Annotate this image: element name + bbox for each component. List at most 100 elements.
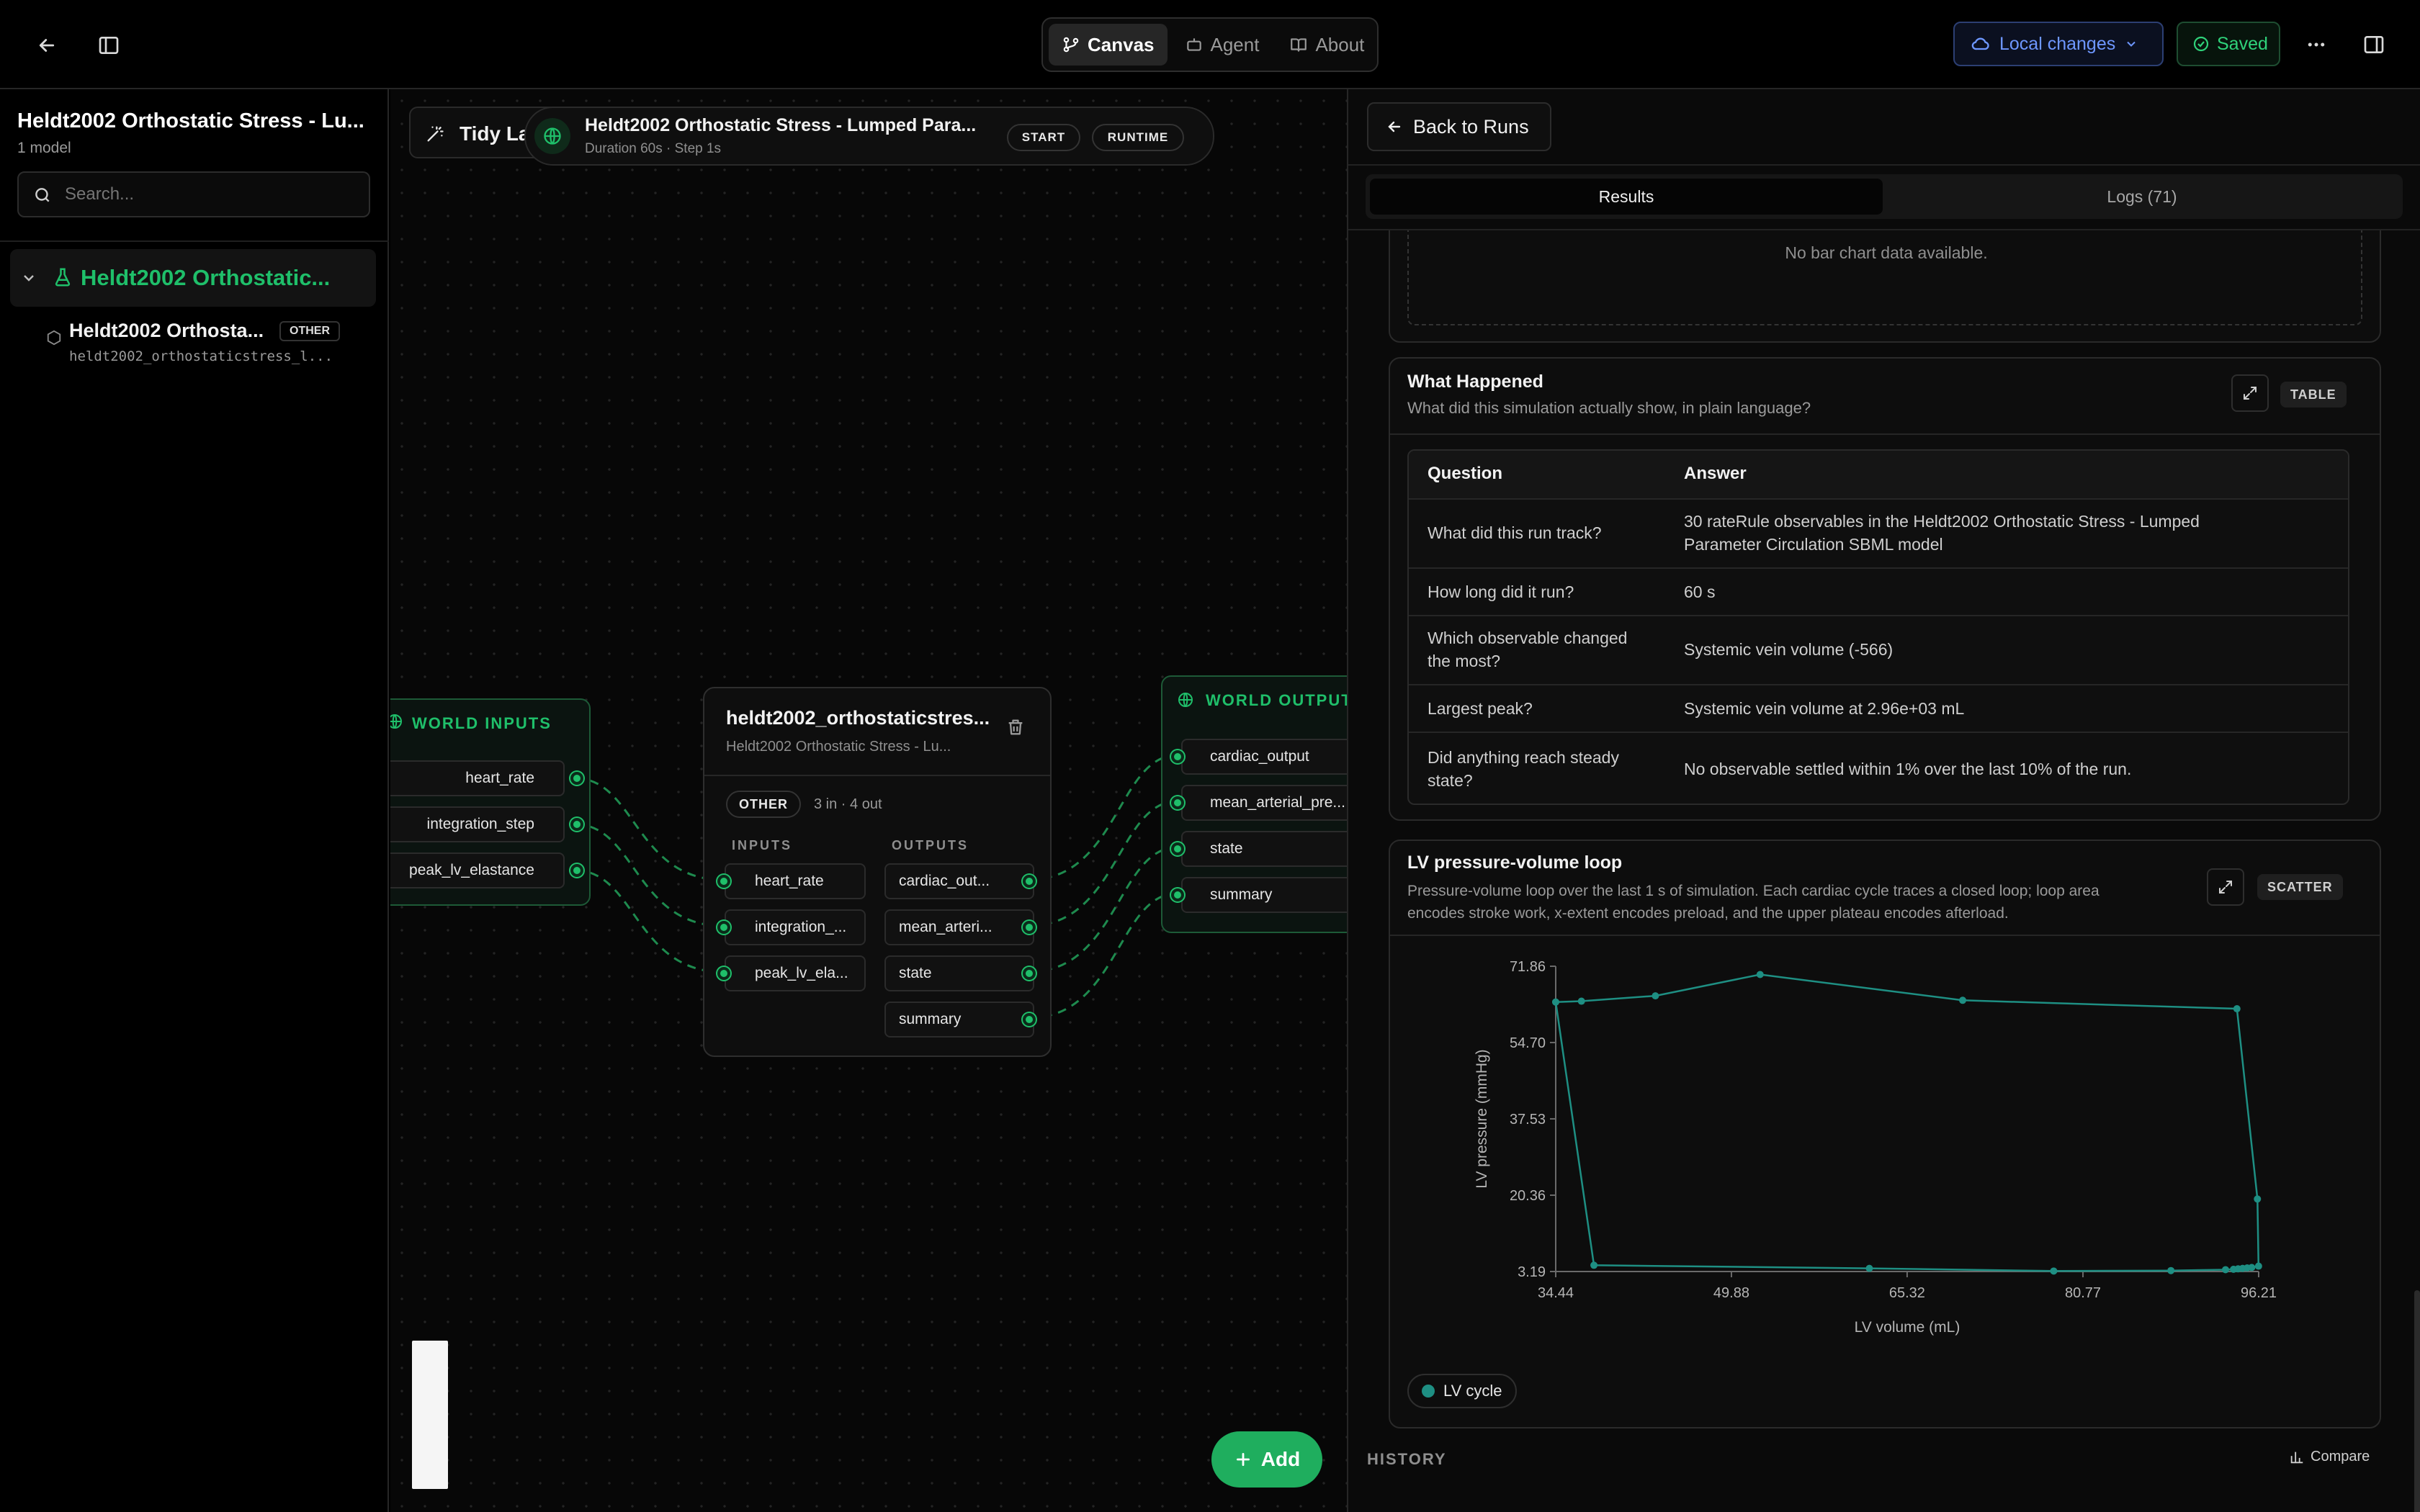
world-output-port[interactable]: state	[1181, 831, 1347, 867]
pv-loop-title: LV pressure-volume loop	[1407, 852, 1623, 873]
tab-logs[interactable]: Logs (71)	[1886, 179, 2398, 215]
bar-chart-empty-text: No bar chart data available.	[1785, 243, 1988, 262]
workflow-canvas[interactable]: Tidy La Heldt2002 Orthostatic Stress - L…	[390, 89, 1347, 1512]
x-tick-label: 65.32	[1889, 1285, 1925, 1301]
saved-label: Saved	[2217, 33, 2268, 54]
data-point	[2167, 1266, 2175, 1274]
chevron-down-icon	[24, 275, 34, 282]
search-icon	[35, 188, 50, 202]
back-arrow-icon[interactable]	[29, 27, 65, 63]
magic-wand-icon	[427, 126, 444, 142]
sidebar-item-model[interactable]: Heldt2002 Orthosta... OTHER heldt2002_or…	[10, 314, 376, 372]
chart-series	[1552, 971, 2262, 1275]
port-handle[interactable]	[1171, 750, 1184, 763]
start-chip[interactable]: START	[1007, 124, 1080, 151]
answer-cell: No observable settled within 1% over the…	[1684, 760, 2132, 778]
search-input[interactable]	[65, 180, 353, 209]
data-point	[2050, 1267, 2058, 1275]
model-output-port[interactable]: summary	[884, 1002, 1034, 1038]
model-input-port[interactable]: heart_rate	[725, 863, 866, 899]
panel-toggle-icon[interactable]	[2355, 26, 2393, 63]
port-label: integration_step	[426, 816, 534, 832]
port-label: heart_rate	[465, 770, 534, 786]
sidebar-group-label: Heldt2002 Orthostatic...	[81, 265, 331, 290]
sidebar-toggle-icon[interactable]	[91, 27, 127, 63]
x-tick-label: 34.44	[1538, 1285, 1574, 1301]
sidebar-item-badge: OTHER	[279, 321, 340, 341]
trash-icon[interactable]	[1005, 717, 1026, 737]
port-handle[interactable]	[717, 967, 730, 980]
port-label: cardiac_out...	[899, 873, 990, 889]
data-point	[2254, 1262, 2262, 1270]
what-happened-title: What Happened	[1407, 372, 1543, 392]
tab-results-label: Results	[1598, 186, 1654, 206]
port-handle[interactable]	[717, 875, 730, 888]
model-input-port[interactable]: integration_...	[725, 909, 866, 945]
port-handle[interactable]	[1023, 1013, 1036, 1026]
tidy-layout-label: Tidy La	[460, 122, 530, 145]
tab-canvas[interactable]: Canvas	[1049, 24, 1168, 66]
data-point	[2233, 1005, 2241, 1013]
world-input-port[interactable]: peak_lv_elastance	[390, 852, 565, 888]
expand-button[interactable]	[2231, 374, 2269, 412]
world-input-port[interactable]: integration_step	[390, 806, 565, 842]
minimap[interactable]	[412, 1341, 448, 1489]
local-changes-button[interactable]: Local changes	[1953, 22, 2164, 66]
tab-results[interactable]: Results	[1370, 179, 1883, 215]
robot-icon	[1186, 38, 1201, 51]
world-outputs-title: WORLD OUTPUTS	[1206, 691, 1347, 709]
model-count: 1 model	[17, 140, 71, 156]
sidebar-item-id: heldt2002_orthostaticstress_l...	[69, 348, 333, 364]
port-label: summary	[1210, 886, 1273, 903]
port-label: cardiac_output	[1210, 748, 1309, 765]
model-input-port[interactable]: peak_lv_ela...	[725, 955, 866, 991]
model-output-port[interactable]: state	[884, 955, 1034, 991]
results-scroll-area[interactable]: No bar chart data available. What Happen…	[1348, 230, 2420, 1512]
port-handle[interactable]	[1023, 875, 1036, 888]
world-output-port[interactable]: cardiac_output	[1181, 739, 1347, 775]
expand-icon	[2219, 881, 2232, 894]
port-handle[interactable]	[1171, 796, 1184, 809]
y-tick-label: 3.19	[1518, 1264, 1546, 1280]
saved-status: Saved	[2177, 22, 2280, 66]
hexagon-icon	[47, 330, 61, 346]
sidebar-group-model[interactable]: Heldt2002 Orthostatic...	[10, 249, 376, 307]
port-handle[interactable]	[570, 818, 583, 831]
world-outputs-node[interactable]: WORLD OUTPUTS cardiac_output mean_arteri…	[1161, 675, 1347, 933]
world-inputs-node[interactable]: WORLD INPUTS heart_rate integration_step…	[390, 698, 591, 906]
port-handle[interactable]	[1023, 921, 1036, 934]
y-tick-label: 54.70	[1510, 1035, 1546, 1051]
tab-about[interactable]: About	[1276, 24, 1377, 66]
runtime-chip[interactable]: RUNTIME	[1092, 124, 1184, 151]
pv-loop-subtitle: Pressure-volume loop over the last 1 s o…	[1407, 880, 2099, 924]
world-output-port[interactable]: mean_arterial_pre...	[1181, 785, 1347, 821]
divider	[1390, 935, 2380, 936]
world-input-port[interactable]: heart_rate	[390, 760, 565, 796]
tab-agent-label: Agent	[1210, 33, 1260, 55]
legend-item-lv-cycle[interactable]: LV cycle	[1407, 1374, 1517, 1408]
model-node[interactable]: heldt2002_orthostaticstres... Heldt2002 …	[703, 687, 1052, 1057]
what-happened-card: What Happened What did this simulation a…	[1389, 357, 2381, 821]
port-handle[interactable]	[1171, 842, 1184, 855]
compare-button[interactable]: Compare	[2289, 1449, 2370, 1465]
port-label: mean_arterial_pre...	[1210, 794, 1345, 811]
model-output-port[interactable]: mean_arteri...	[884, 909, 1034, 945]
world-output-port[interactable]: summary	[1181, 877, 1347, 913]
port-handle[interactable]	[1023, 967, 1036, 980]
port-handle[interactable]	[1171, 888, 1184, 901]
model-output-port[interactable]: cardiac_out...	[884, 863, 1034, 899]
tab-agent[interactable]: Agent	[1172, 24, 1273, 66]
back-to-runs-button[interactable]: Back to Runs	[1367, 102, 1551, 151]
port-handle[interactable]	[570, 772, 583, 785]
more-icon[interactable]	[2298, 26, 2335, 63]
expand-icon	[2244, 387, 2257, 400]
expand-button[interactable]	[2207, 868, 2244, 906]
add-button[interactable]: Add	[1211, 1431, 1322, 1488]
port-handle[interactable]	[570, 864, 583, 877]
scrollbar[interactable]	[2414, 1290, 2420, 1512]
chart-axes: 34.44 49.88 65.32 80.77 96.21 71.86 54.70 37.53…	[1474, 959, 2277, 1336]
x-axis-label: LV volume (mL)	[1855, 1319, 1960, 1336]
port-handle[interactable]	[717, 921, 730, 934]
model-node-io-count: 3 in · 4 out	[814, 796, 882, 812]
back-to-runs-label: Back to Runs	[1413, 115, 1529, 138]
